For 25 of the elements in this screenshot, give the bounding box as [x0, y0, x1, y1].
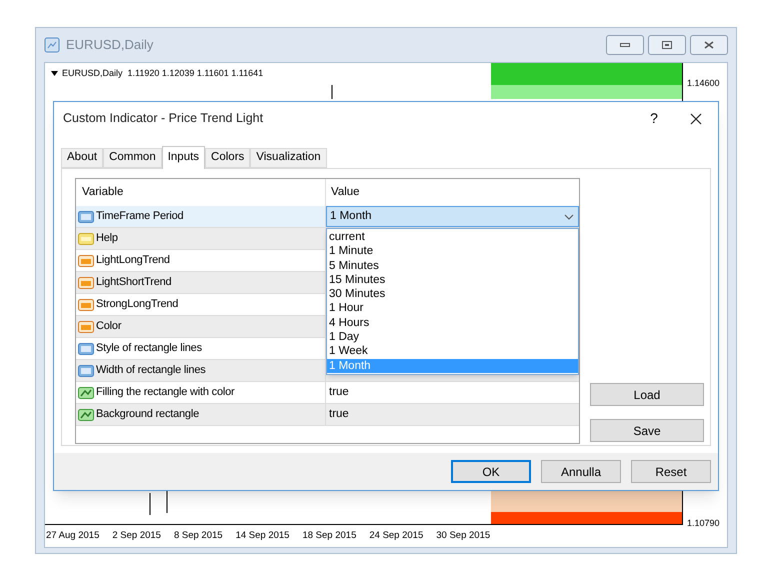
date-label: 24 Sep 2015 [369, 529, 424, 543]
variable-name: Help [96, 231, 118, 246]
variable-name: Width of rectangle lines [96, 363, 206, 378]
date-label: 27 Aug 2015 [46, 529, 100, 543]
value-cell-text: true [328, 406, 349, 422]
date-label: 18 Sep 2015 [302, 529, 356, 543]
variable-name: StrongLongTrend [96, 297, 178, 312]
variable-name: Background rectangle [96, 407, 200, 422]
chart-header: EURUSD,Daily 1.11920 1.12039 1.11601 1.11641 [62, 67, 264, 80]
variable-name: Filling the rectangle with color [96, 385, 235, 400]
variable-name: Style of rectangle lines [96, 341, 202, 356]
date-label: 2 Sep 2015 [112, 529, 161, 543]
date-label: 30 Sep 2015 [436, 529, 490, 543]
dialog-title: Custom Indicator - Price Trend Light [63, 110, 264, 128]
date-label: 8 Sep 2015 [174, 529, 223, 543]
date-label: 14 Sep 2015 [236, 529, 290, 543]
variable-name: LightLongTrend [96, 253, 170, 268]
combobox-value: 1 Month [330, 208, 372, 224]
variable-name: Color [96, 319, 122, 334]
variable-name: LightShortTrend [96, 275, 172, 290]
price-label: 1.10790 [686, 516, 721, 530]
price-label: 1.14600 [686, 77, 721, 90]
window-title: EURUSD,Daily [66, 36, 154, 54]
value-cell-text: true [328, 384, 349, 400]
variable-name: TimeFrame Period [96, 209, 184, 224]
